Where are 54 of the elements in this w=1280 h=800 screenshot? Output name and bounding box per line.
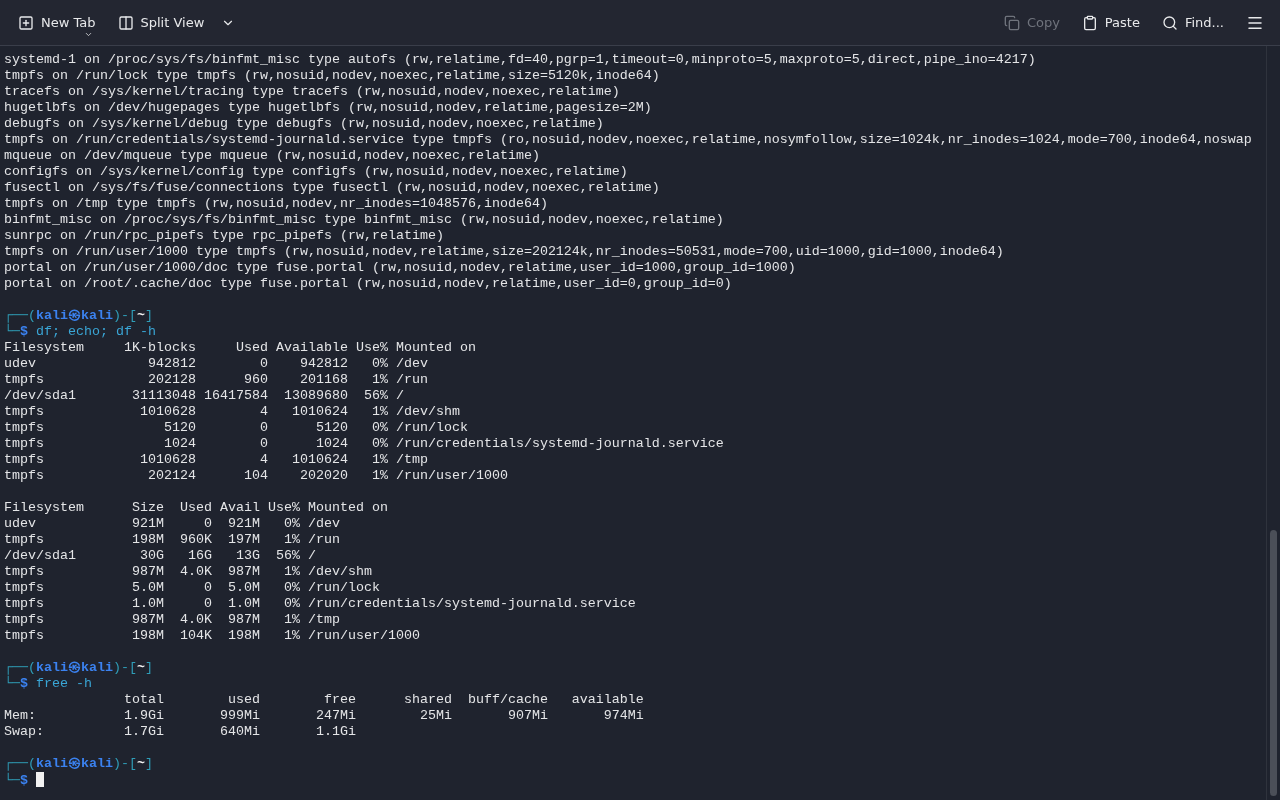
split-view-button[interactable]: Split View — [109, 6, 244, 39]
output-line: tmpfs 1010628 4 1010624 1% /dev/shm — [4, 404, 461, 420]
text-cursor — [36, 772, 44, 787]
output-line: tmpfs 1.0M 0 1.0M 0% /run/credentials/systemd-journald.service — [4, 596, 637, 612]
search-icon — [1161, 14, 1178, 31]
output-line: mqueue on /dev/mqueue type mqueue (rw,nosuid,nodev,noexec,relatime) — [4, 148, 541, 164]
output-line: tmpfs 202124 104 202020 1% /run/user/1000 — [4, 468, 509, 484]
output-line: tmpfs 202128 960 201168 1% /run — [4, 372, 429, 388]
copy-icon — [1003, 14, 1020, 31]
output-line: tmpfs 987M 4.0K 987M 1% /dev/shm — [4, 564, 373, 580]
command-line: └─$ df; echo; df -h — [4, 324, 157, 340]
output-line: tmpfs on /run/lock type tmpfs (rw,nosuid,nodev,noexec,relatime,size=5120k,inode64) — [4, 68, 661, 84]
output-line: sunrpc on /run/rpc_pipefs type rpc_pipefs (rw,relatime) — [4, 228, 445, 244]
output-line: Mem: 1.9Gi 999Mi 247Mi 25Mi 907Mi 974Mi — [4, 708, 645, 724]
output-line: systemd-1 on /proc/sys/fs/binfmt_misc type autofs (rw,relatime,fd=40,pgrp=1,timeout=0,minproto=5,maxproto=5,direct,pipe_ino=4217) — [4, 52, 1037, 68]
prompt-line: ┌──(kali㉿kali)-[~] — [4, 308, 154, 324]
scrollbar-thumb[interactable] — [1270, 530, 1277, 796]
scrollbar[interactable] — [1266, 46, 1280, 800]
output-line: tmpfs on /run/credentials/systemd-journald.service type tmpfs (ro,nosuid,nodev,noexec,relatime,nosymfollow,size=1024k,nr_inodes=1024,mode=700,inode64,noswap — [4, 132, 1253, 148]
output-line: portal on /root/.cache/doc type fuse.portal (rw,nosuid,nodev,relatime,user_id=0,group_id=0) — [4, 276, 733, 292]
output-line: tmpfs 987M 4.0K 987M 1% /tmp — [4, 612, 341, 628]
command-line: └─$ — [4, 772, 1266, 788]
plus-tab-icon — [18, 14, 34, 31]
output-line: tmpfs on /run/user/1000 type tmpfs (rw,nosuid,nodev,relatime,size=202124k,nr_inodes=50531,mode=700,uid=1000,gid=1000,inode64) — [4, 244, 1005, 260]
output-line: total used free shared buff/cache available — [122, 692, 645, 708]
prompt-line: ┌──(kali㉿kali)-[~] — [4, 756, 154, 772]
output-line: fusectl on /sys/fs/fuse/connections type fusectl (rw,nosuid,nodev,noexec,relatime) — [4, 180, 661, 196]
output-line: /dev/sda1 30G 16G 13G 56% / — [4, 548, 317, 564]
prompt-line: ┌──(kali㉿kali)-[~] — [4, 660, 154, 676]
paste-button[interactable]: Paste — [1073, 6, 1148, 39]
output-line: tmpfs on /tmp type tmpfs (rw,nosuid,nodev,nr_inodes=1048576,inode64) — [4, 196, 549, 212]
output-line: tmpfs 5120 0 5120 0% /run/lock — [4, 420, 469, 436]
columns-icon — [117, 14, 134, 31]
output-line: Filesystem 1K-blocks Used Available Use% Mounted on — [4, 340, 477, 356]
output-line: Swap: 1.7Gi 640Mi 1.1Gi — [4, 724, 357, 740]
new-tab-button[interactable]: New Tab — [10, 6, 104, 39]
output-line: tracefs on /sys/kernel/tracing type tracefs (rw,nosuid,nodev,noexec,relatime) — [4, 84, 621, 100]
output-line: tmpfs 1010628 4 1010624 1% /tmp — [4, 452, 429, 468]
command-line: └─$ free -h — [4, 676, 93, 692]
output-line: debugfs on /sys/kernel/debug type debugfs (rw,nosuid,nodev,noexec,relatime) — [4, 116, 605, 132]
output-line: tmpfs 1024 0 1024 0% /run/credentials/systemd-journald.service — [4, 436, 725, 452]
clipboard-icon — [1081, 14, 1098, 31]
output-line: tmpfs 5.0M 0 5.0M 0% /run/lock — [4, 580, 381, 596]
output-line: tmpfs 198M 104K 198M 1% /run/user/1000 — [4, 628, 421, 644]
output-line: binfmt_misc on /proc/sys/fs/binfmt_misc type binfmt_misc (rw,nosuid,nodev,noexec,relatime) — [4, 212, 725, 228]
output-line: configfs on /sys/kernel/config type configfs (rw,nosuid,nodev,noexec,relatime) — [4, 164, 629, 180]
output-line: udev 942812 0 942812 0% /dev — [4, 356, 429, 372]
find-button[interactable]: Find... — [1153, 6, 1232, 39]
output-line: udev 921M 0 921M 0% /dev — [4, 516, 341, 532]
output-line: /dev/sda1 31113048 16417584 13089680 56% / — [4, 388, 405, 404]
output-line: Filesystem Size Used Avail Use% Mounted on — [4, 500, 389, 516]
output-line: hugetlbfs on /dev/hugepages type hugetlbfs (rw,nosuid,nodev,relatime,pagesize=2M) — [4, 100, 653, 116]
output-line: portal on /run/user/1000/doc type fuse.portal (rw,nosuid,nodev,relatime,user_id=1000,group_id=1000) — [4, 260, 797, 276]
output-line: tmpfs 198M 960K 197M 1% /run — [4, 532, 341, 548]
